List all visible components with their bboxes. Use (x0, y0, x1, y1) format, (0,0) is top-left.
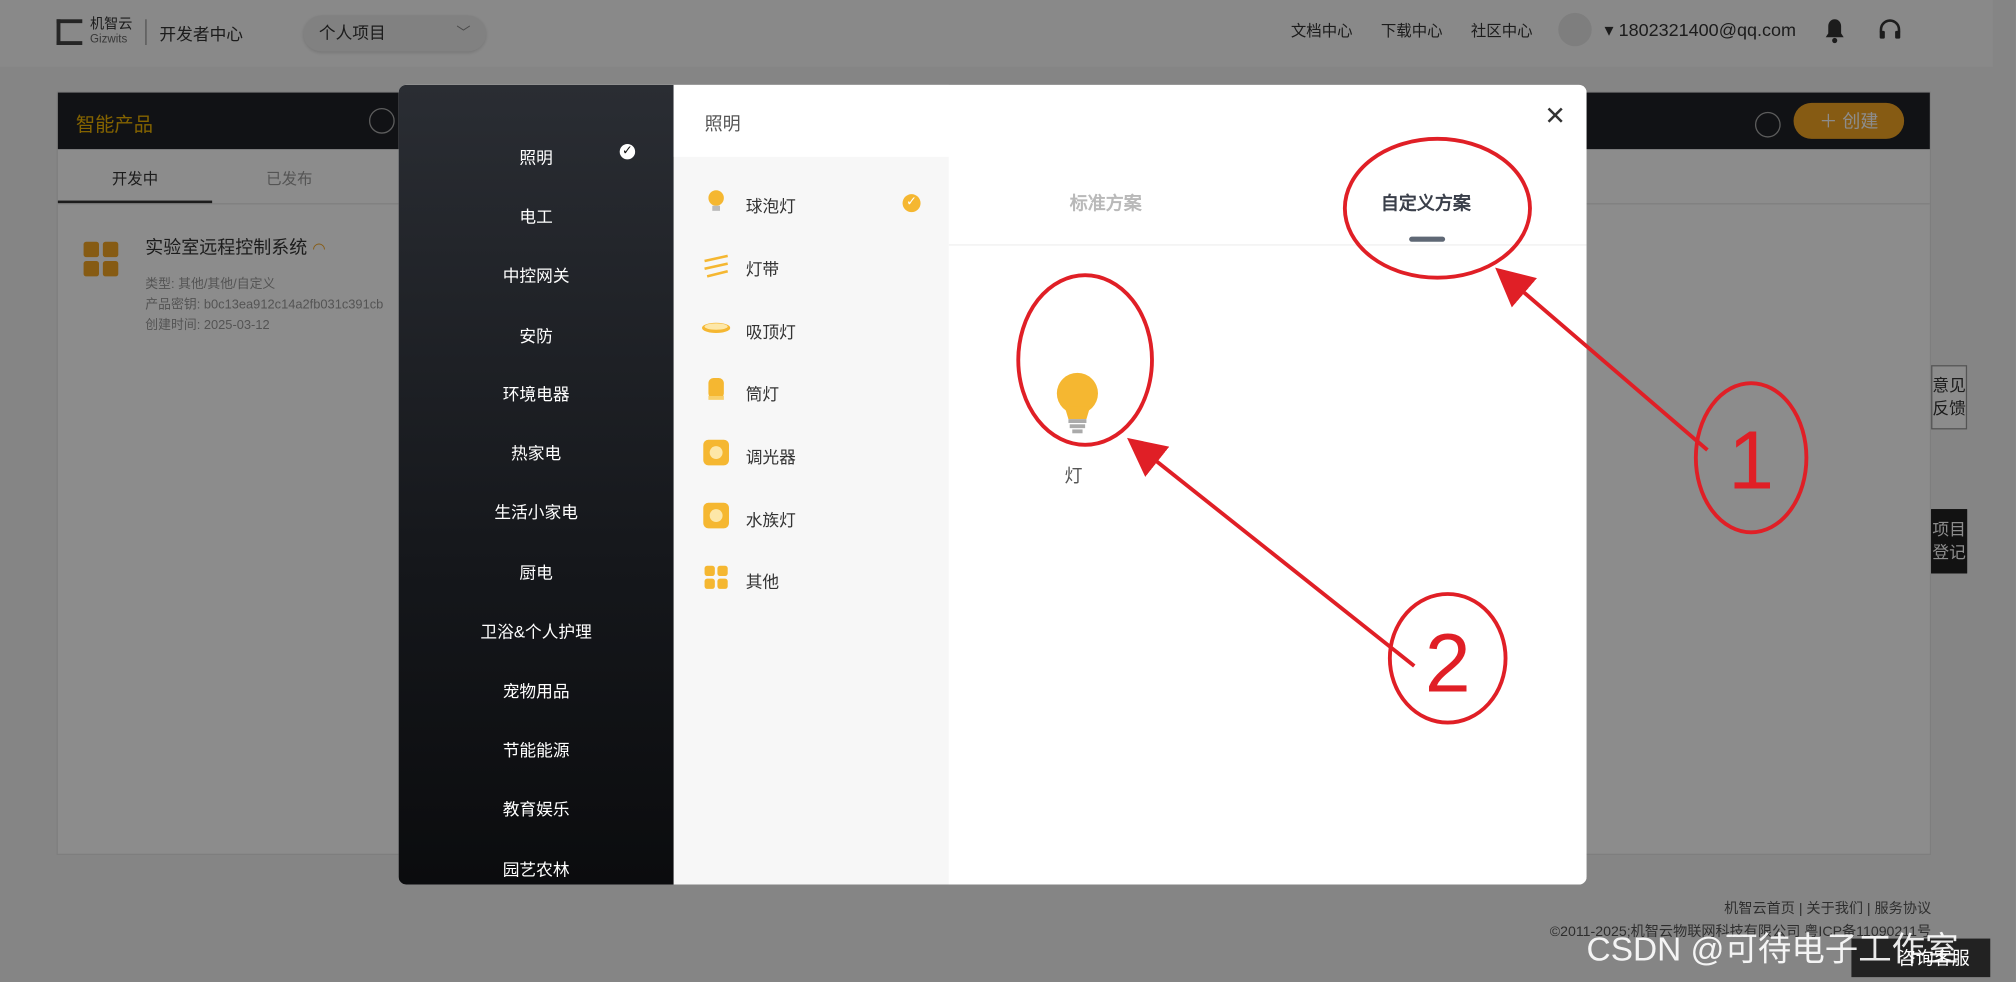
modal-header: 照明 ✕ (673, 84, 1587, 157)
category-item-small-appliance[interactable]: 生活小家电 (399, 499, 674, 523)
tab-standard-scheme[interactable]: 标准方案 (1070, 190, 1142, 216)
category-item-environment[interactable]: 环境电器 (399, 381, 674, 405)
aquarium-light-icon (703, 502, 729, 529)
strip-light-icon (704, 254, 729, 278)
active-tab-indicator (1409, 236, 1446, 242)
scheme-tabs: 标准方案 自定义方案 (948, 157, 1587, 246)
bulb-icon (1056, 372, 1098, 434)
close-icon[interactable]: ✕ (1544, 100, 1566, 132)
category-item-gateway[interactable]: 中控网关 (399, 262, 674, 286)
dimmer-icon (703, 439, 729, 466)
watermark: CSDN @可待电子工作室 (1586, 929, 1959, 969)
category-item-heating[interactable]: 热家电 (399, 440, 674, 464)
subcategory-item-strip[interactable]: 灯带 (674, 246, 949, 285)
ceiling-light-icon (701, 322, 731, 333)
category-item-pet[interactable]: 宠物用品 (399, 678, 674, 702)
product-category-modal: 照明 ✓ 电工 中控网关 安防 环境电器 热家电 生活小家电 厨电 卫浴&个人护… (398, 84, 1587, 885)
category-list: 照明 ✓ 电工 中控网关 安防 环境电器 热家电 生活小家电 厨电 卫浴&个人护… (398, 84, 674, 885)
check-icon: ✓ (902, 194, 921, 213)
subcategory-item-bulb[interactable]: 球泡灯 ✓ (674, 183, 949, 222)
category-item-garden[interactable]: 园艺农林 (399, 856, 674, 880)
subcategory-item-aquarium[interactable]: 水族灯 (674, 496, 949, 535)
category-item-security[interactable]: 安防 (399, 323, 674, 347)
check-icon: ✓ (619, 143, 636, 160)
device-option-light[interactable] (1052, 370, 1103, 446)
subcategory-item-other[interactable]: 其他 (674, 558, 949, 597)
category-item-education[interactable]: 教育娱乐 (399, 796, 674, 820)
scheme-panel: 标准方案 自定义方案 灯 (948, 156, 1587, 885)
subcategory-item-dimmer[interactable]: 调光器 (674, 433, 949, 472)
subcategory-list: 球泡灯 ✓ 灯带 吸顶灯 筒灯 调光器 水族灯 其他 (673, 84, 949, 885)
category-item-bath[interactable]: 卫浴&个人护理 (399, 618, 674, 642)
other-grid-icon (704, 565, 728, 589)
modal-title: 照明 (704, 113, 741, 134)
tab-custom-scheme[interactable]: 自定义方案 (1381, 190, 1471, 216)
category-item-kitchen[interactable]: 厨电 (399, 559, 674, 583)
bulb-icon (708, 190, 724, 211)
category-item-lighting[interactable]: 照明 ✓ (399, 143, 674, 168)
category-item-electrical[interactable]: 电工 (399, 203, 674, 227)
subcategory-item-ceiling[interactable]: 吸顶灯 (674, 309, 949, 348)
category-item-energy[interactable]: 节能能源 (399, 737, 674, 761)
subcategory-item-downlight[interactable]: 筒灯 (674, 370, 949, 409)
device-option-label: 灯 (1064, 465, 1083, 486)
downlight-icon (708, 377, 724, 400)
